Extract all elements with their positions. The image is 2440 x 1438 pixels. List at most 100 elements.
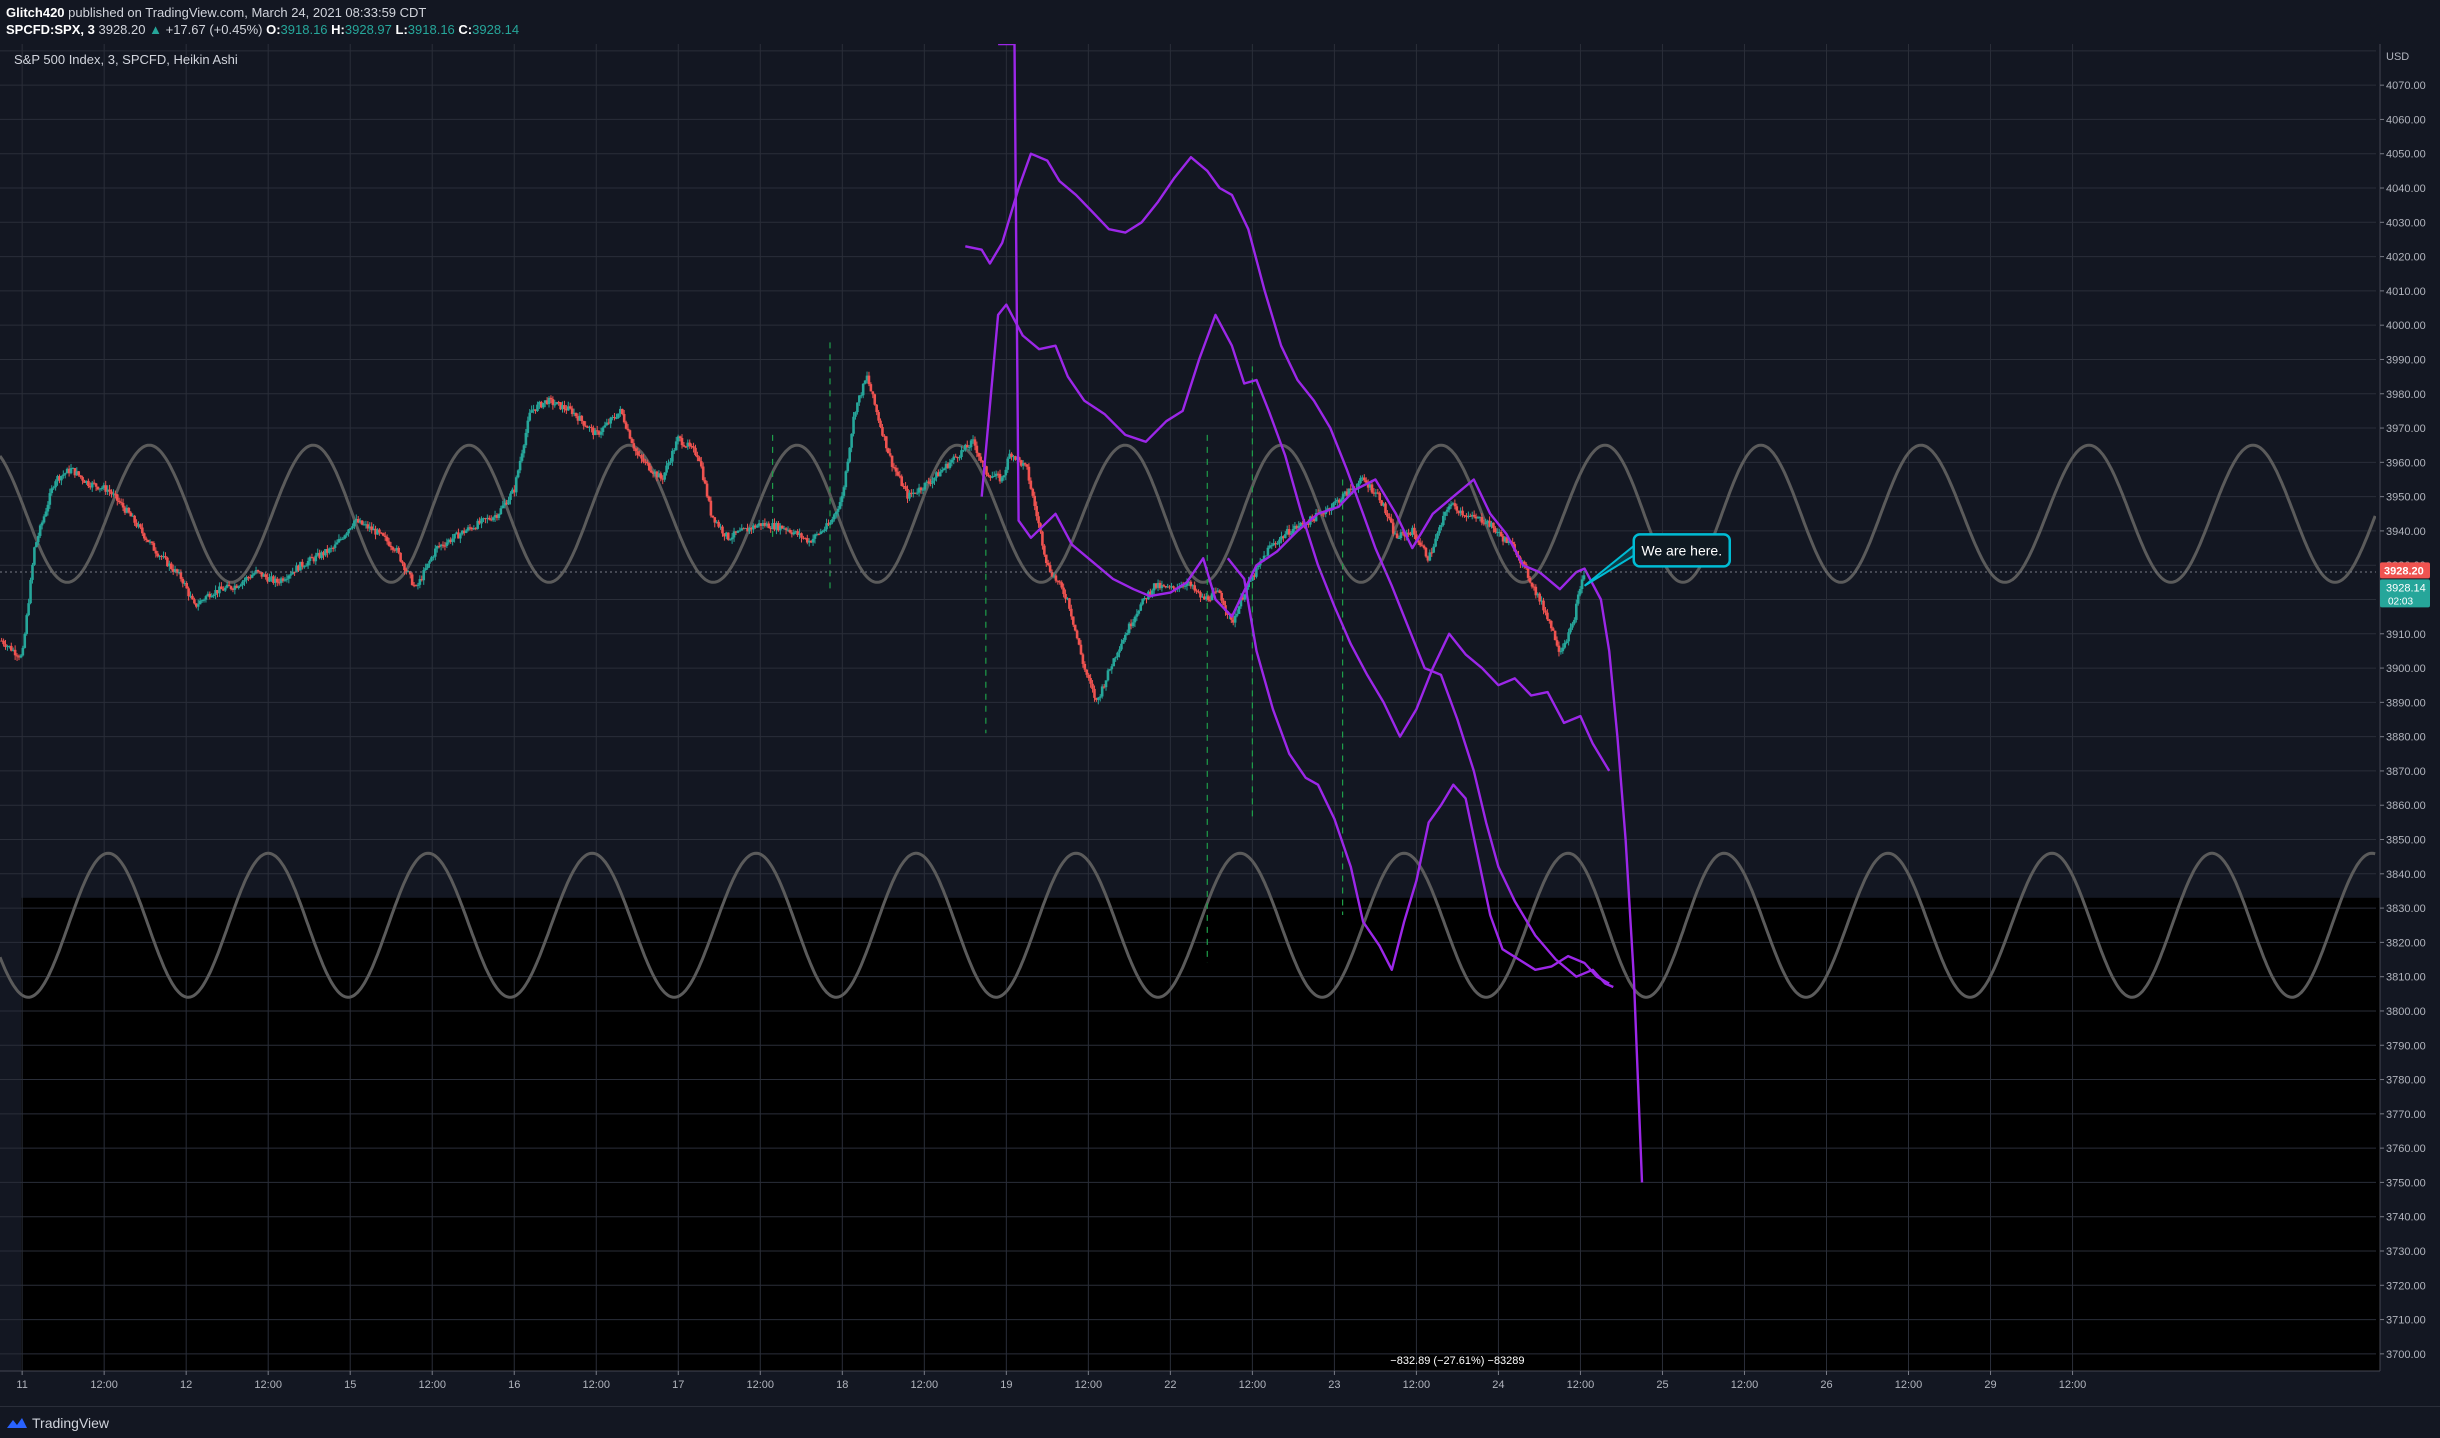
candle: [480, 518, 483, 524]
candle: [1062, 587, 1065, 595]
candle: [1391, 522, 1395, 534]
y-tick-label: 4060.00: [2386, 114, 2426, 126]
candle: [1370, 484, 1374, 493]
candle: [333, 544, 337, 548]
candle: [800, 533, 803, 538]
y-tick-label: 3910.00: [2386, 629, 2426, 641]
candle: [703, 480, 707, 484]
candle: [1555, 640, 1559, 646]
x-tick-label: 12:00: [1239, 1379, 1267, 1391]
candle: [1000, 477, 1004, 482]
candle: [181, 578, 185, 584]
x-tick-label: 23: [1328, 1379, 1340, 1391]
candle: [836, 508, 840, 512]
chart-legend[interactable]: S&P 500 Index, 3, SPCFD, Heikin Ashi: [14, 52, 238, 67]
candle: [1068, 598, 1071, 609]
candle: [568, 406, 572, 409]
price-chart[interactable]: We are here. −832.89 (−27.61%) −83289 3700…: [0, 40, 2440, 1410]
candle: [915, 492, 919, 494]
candle: [453, 533, 456, 539]
candle: [856, 402, 859, 413]
candle: [923, 482, 927, 490]
candle: [595, 430, 599, 432]
last-price: 3928.20: [98, 22, 146, 37]
candle: [44, 511, 48, 517]
candle: [541, 402, 545, 408]
y-tick-label: 3820.00: [2386, 937, 2426, 949]
candle: [46, 504, 50, 512]
candle: [410, 574, 414, 586]
candle: [1546, 612, 1549, 620]
candle: [881, 427, 884, 436]
candle: [894, 467, 898, 472]
candle: [823, 529, 826, 532]
candle: [212, 594, 215, 597]
candle: [1580, 579, 1584, 590]
candle: [817, 533, 821, 535]
candle: [622, 414, 626, 423]
candle: [674, 441, 678, 451]
x-tick-label: 12:00: [90, 1379, 118, 1391]
candle: [210, 596, 214, 598]
y-tick-label: 3890.00: [2386, 697, 2426, 709]
candle: [846, 461, 850, 472]
candle: [900, 476, 904, 486]
candle: [451, 538, 454, 542]
candle: [252, 573, 256, 575]
y-tick-label: 3800.00: [2386, 1006, 2426, 1018]
candle: [1137, 610, 1141, 614]
candle: [522, 445, 526, 454]
candle: [360, 520, 364, 525]
candle: [430, 557, 433, 562]
candle: [29, 579, 32, 604]
candle: [821, 531, 825, 533]
candle: [1073, 624, 1077, 631]
y-tick-label: 4010.00: [2386, 286, 2426, 298]
candle: [142, 533, 146, 539]
candle: [389, 545, 393, 548]
candle: [1334, 501, 1337, 503]
candle: [1218, 590, 1222, 593]
candle: [1098, 696, 1102, 698]
x-tick-label: 12:00: [1403, 1379, 1431, 1391]
candle: [1440, 525, 1443, 528]
candle: [717, 521, 720, 527]
candle: [121, 502, 125, 508]
candle: [1172, 586, 1175, 588]
candle: [387, 541, 391, 546]
candle: [237, 586, 241, 588]
chart-area[interactable]: We are here. −832.89 (−27.61%) −83289 3700…: [0, 40, 2440, 1410]
candle: [620, 408, 624, 415]
y-tick-label: 3810.00: [2386, 972, 2426, 984]
candle: [698, 457, 701, 462]
candle: [784, 528, 788, 530]
candle: [582, 421, 586, 426]
symbol-label[interactable]: SPCFD:SPX, 3: [6, 22, 95, 37]
candle: [383, 535, 387, 537]
candle: [1131, 622, 1135, 627]
candle: [1054, 575, 1058, 581]
brand-label[interactable]: TradingView: [32, 1415, 109, 1431]
candle: [1064, 594, 1067, 599]
candle: [969, 440, 973, 448]
candle: [156, 553, 160, 557]
candle: [682, 445, 686, 447]
current-price-label: 3928.20: [2384, 565, 2424, 577]
candle: [958, 457, 961, 459]
candle: [699, 461, 703, 467]
candle: [609, 417, 612, 424]
candle: [1538, 593, 1541, 602]
candle: [931, 480, 934, 484]
candle: [1422, 545, 1426, 548]
candle: [499, 508, 503, 515]
author-name[interactable]: Glitch420: [6, 5, 65, 20]
candle: [601, 427, 605, 433]
candle: [1089, 678, 1092, 684]
y-tick-label: 3950.00: [2386, 492, 2426, 504]
candle: [501, 505, 505, 509]
x-tick-label: 11: [16, 1379, 27, 1391]
candle: [1542, 600, 1545, 611]
candle: [848, 447, 851, 462]
candle: [164, 556, 167, 558]
y-tick-label: 3860.00: [2386, 800, 2426, 812]
